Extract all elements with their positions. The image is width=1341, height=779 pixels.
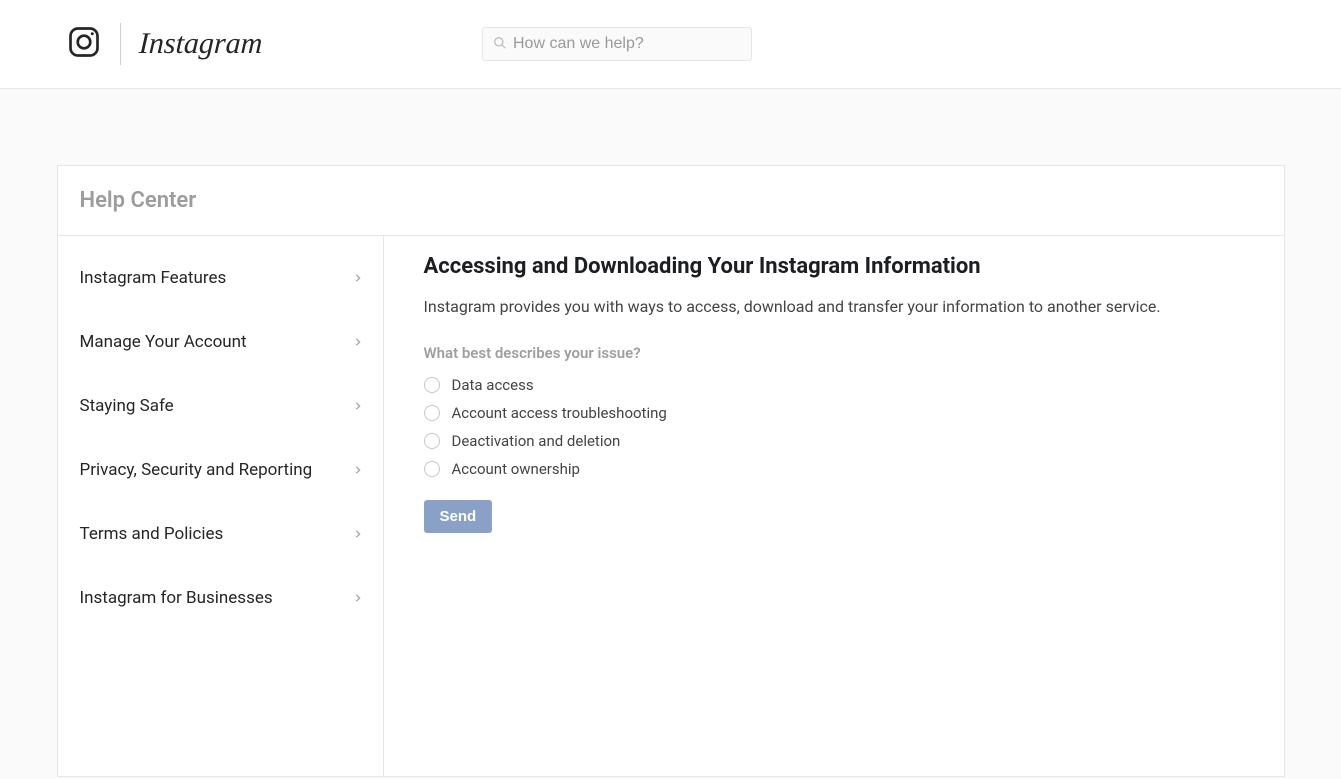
top-bar: Instagram [0, 0, 1341, 89]
sidebar-item-businesses[interactable]: Instagram for Businesses [58, 566, 383, 630]
option-account-ownership[interactable]: Account ownership [424, 460, 1244, 478]
option-label: Data access [452, 376, 534, 394]
sidebar-item-privacy-security[interactable]: Privacy, Security and Reporting [58, 438, 383, 502]
sidebar-item-label: Instagram Features [80, 268, 227, 288]
chevron-right-icon [353, 396, 363, 416]
search-box[interactable] [482, 27, 752, 61]
sidebar-item-terms-policies[interactable]: Terms and Policies [58, 502, 383, 566]
option-data-access[interactable]: Data access [424, 376, 1244, 394]
brand-wordmark: Instagram [138, 27, 263, 61]
sidebar-item-instagram-features[interactable]: Instagram Features [58, 246, 383, 310]
radio-icon[interactable] [424, 377, 440, 393]
radio-icon[interactable] [424, 433, 440, 449]
chevron-right-icon [353, 332, 363, 352]
sidebar-item-label: Manage Your Account [80, 332, 247, 352]
chevron-right-icon [353, 588, 363, 608]
instagram-glyph-icon [66, 24, 102, 64]
content-card: Help Center Instagram Features Manage Yo… [57, 165, 1285, 777]
help-center-title[interactable]: Help Center [80, 188, 1262, 213]
article-intro: Instagram provides you with ways to acce… [424, 297, 1244, 316]
radio-icon[interactable] [424, 405, 440, 421]
form-question: What best describes your issue? [424, 344, 1244, 362]
radio-icon[interactable] [424, 461, 440, 477]
search-icon [493, 35, 513, 54]
sidebar-item-label: Instagram for Businesses [80, 588, 273, 608]
search-input[interactable] [513, 35, 741, 53]
chevron-right-icon [353, 524, 363, 544]
sidebar-item-label: Terms and Policies [80, 524, 224, 544]
send-button[interactable]: Send [424, 500, 493, 533]
sidebar-item-label: Staying Safe [80, 396, 174, 416]
chevron-right-icon [353, 460, 363, 480]
option-account-access-troubleshooting[interactable]: Account access troubleshooting [424, 404, 1244, 422]
option-deactivation-deletion[interactable]: Deactivation and deletion [424, 432, 1244, 450]
logo-divider [120, 23, 121, 65]
option-label: Account access troubleshooting [452, 404, 667, 422]
sidebar-item-label: Privacy, Security and Reporting [80, 460, 313, 480]
sidebar-item-manage-account[interactable]: Manage Your Account [58, 310, 383, 374]
sidebar: Instagram Features Manage Your Account S… [58, 236, 384, 776]
main-content: Accessing and Downloading Your Instagram… [384, 236, 1284, 776]
chevron-right-icon [353, 268, 363, 288]
article-title: Accessing and Downloading Your Instagram… [424, 254, 1244, 279]
option-label: Account ownership [452, 460, 580, 478]
logo[interactable]: Instagram [66, 23, 262, 65]
option-label: Deactivation and deletion [452, 432, 621, 450]
sidebar-item-staying-safe[interactable]: Staying Safe [58, 374, 383, 438]
